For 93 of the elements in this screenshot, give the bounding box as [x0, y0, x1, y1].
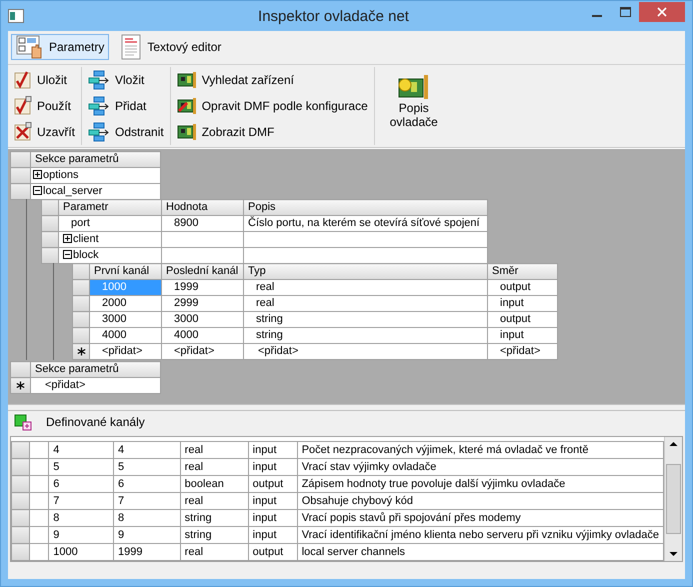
toolbar-button[interactable]: Popis ovladače — [374, 66, 449, 146]
table-cell: 8 — [48, 510, 114, 527]
expand-icon[interactable] — [63, 234, 72, 244]
row-header[interactable] — [10, 378, 30, 394]
circuit-board-icon — [176, 70, 197, 89]
column-header[interactable]: Typ — [244, 264, 488, 280]
column-header[interactable]: Poslední kanál — [162, 264, 244, 280]
table-cell: local server channels — [297, 544, 664, 561]
tree-label[interactable]: block — [73, 249, 99, 262]
table-cell: 4 — [48, 442, 114, 459]
table-cell: output — [248, 544, 298, 561]
table-cell: Počet nezpracovaných výjimek, které má ovladač ve frontě — [297, 442, 664, 459]
add-row-cell[interactable]: <přidat> — [90, 344, 162, 360]
table-cell: string — [180, 526, 248, 544]
collapse-icon[interactable] — [33, 186, 42, 196]
table-cell: real — [180, 442, 248, 459]
table-cell: Obsahuje chybový kód — [297, 492, 664, 510]
table-cell: boolean — [180, 476, 248, 493]
circuit-board-icon — [176, 123, 197, 142]
table-cell: input — [248, 526, 298, 544]
blocks-arrow-icon — [88, 122, 110, 142]
cube-icon — [14, 413, 32, 432]
maximize-icon — [620, 7, 630, 17]
table-cell: Vrací stav výjimky ovladače — [297, 458, 664, 476]
table-cell: 9 — [114, 526, 180, 544]
table-cell: Vrací popis stavů při spojování přes modemy — [297, 510, 664, 527]
app-icon — [8, 9, 24, 23]
collapse-icon[interactable] — [63, 250, 72, 260]
toolbar-button[interactable]: Uzavřít — [14, 120, 76, 144]
form-hand-icon — [16, 35, 44, 60]
table-cell: 5 — [48, 458, 114, 476]
blocks-arrow-icon — [88, 70, 110, 90]
column-header[interactable]: První kanál — [90, 264, 162, 280]
table-cell: input — [248, 442, 298, 459]
tab[interactable]: Textový editor — [115, 34, 226, 60]
toolbar-button[interactable]: Použít — [14, 94, 76, 118]
table-cell: real — [180, 458, 248, 476]
close-button[interactable] — [639, 2, 685, 22]
column-header[interactable]: Popis — [244, 200, 488, 216]
expand-icon[interactable] — [33, 170, 42, 180]
toolbar-button[interactable]: Opravit DMF podle konfigurace — [176, 94, 368, 118]
column-header[interactable]: Sekce parametrů — [30, 362, 160, 378]
add-row-cell[interactable]: <přidat> — [488, 344, 558, 360]
toolbar-button[interactable]: Odstranit — [88, 120, 164, 144]
window-title: Inspektor ovladače net — [257, 8, 410, 24]
table-cell: 1999 — [114, 544, 180, 561]
table-cell: Vrací identifikační jméno klienta nebo serveru při vzniku výjimky ovladače — [297, 526, 664, 544]
tab[interactable]: Parametry — [11, 34, 110, 60]
row-header[interactable] — [72, 344, 90, 360]
table-cell: 1000 — [48, 544, 114, 561]
cross-icon — [14, 122, 32, 142]
table-cell: input — [248, 492, 298, 510]
table-cell: 6 — [114, 476, 180, 493]
table-cell: 5 — [114, 458, 180, 476]
table-cell: 6 — [48, 476, 114, 493]
circuit-board-icon — [396, 72, 431, 101]
table-cell: string — [180, 510, 248, 527]
new-row-icon — [76, 347, 86, 356]
circuit-board-icon — [176, 96, 197, 115]
table-cell: 7 — [48, 492, 114, 510]
column-header[interactable]: Sekce parametrů — [30, 152, 160, 168]
table-cell: Zápisem hodnoty true povoluje další výjimku ovladače — [297, 476, 664, 493]
minimize-icon — [592, 15, 602, 17]
table-cell: real — [180, 544, 248, 561]
column-header[interactable]: Parametr — [58, 200, 162, 216]
table-cell: real — [180, 492, 248, 510]
table-cell: 9 — [48, 526, 114, 544]
blocks-arrow-icon — [88, 96, 110, 116]
close-icon — [657, 7, 667, 17]
toolbar-button[interactable]: Vložit — [88, 68, 164, 92]
add-row-cell[interactable]: <přidat> — [162, 344, 244, 360]
toolbar-button[interactable]: Přidat — [88, 94, 164, 118]
scrollbar[interactable] — [664, 437, 682, 562]
toolbar-button[interactable]: Vyhledat zařízení — [176, 68, 368, 92]
table-cell: 8 — [114, 510, 180, 527]
checkmark-icon — [14, 96, 32, 116]
checkmark-icon — [14, 70, 32, 90]
column-header[interactable]: Směr — [488, 264, 558, 280]
new-row-icon — [16, 381, 25, 390]
add-row-cell[interactable]: <přidat> — [244, 344, 488, 360]
add-row-cell[interactable]: <přidat> — [30, 378, 160, 394]
tree-label[interactable]: client — [73, 233, 99, 246]
table-cell: output — [248, 476, 298, 493]
table-cell: 4 — [114, 442, 180, 459]
column-header[interactable]: Hodnota — [162, 200, 244, 216]
document-icon — [120, 34, 142, 60]
splitter[interactable] — [8, 404, 685, 412]
toolbar-button[interactable]: Zobrazit DMF — [176, 120, 368, 144]
table-cell: input — [248, 510, 298, 527]
table-cell: 7 — [114, 492, 180, 510]
panel-title: Definované kanály — [46, 415, 145, 430]
table-cell: input — [248, 458, 298, 476]
toolbar-button[interactable]: Uložit — [14, 68, 76, 92]
